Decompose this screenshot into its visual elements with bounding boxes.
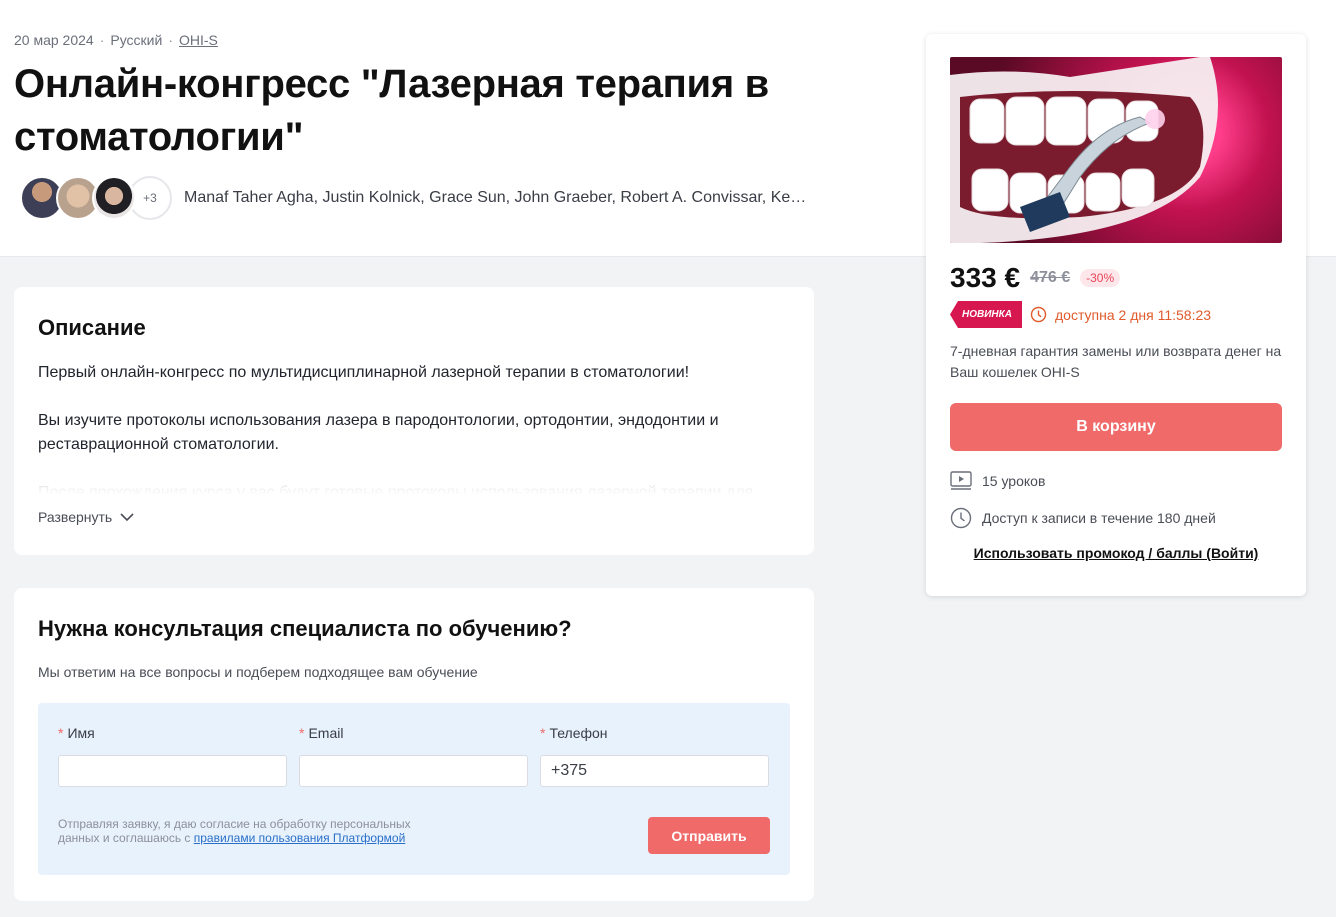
description-paragraph: Вы изучите протоколы использования лазер… — [38, 412, 719, 453]
phone-field-group: * Телефон — [540, 725, 769, 787]
purchase-card: 333 € 476 € -30% НОВИНКА доступна 2 дня … — [926, 34, 1306, 596]
meta-separator: · — [168, 32, 173, 48]
expand-label: Развернуть — [38, 509, 113, 525]
description-card: Описание Первый онлайн-конгресс по мульт… — [14, 287, 814, 555]
description-paragraph-faded: После прохождения курса у вас будут гото… — [38, 484, 754, 495]
discount-badge: -30% — [1080, 269, 1121, 287]
course-date: 20 мар 2024 — [14, 32, 94, 48]
chevron-down-icon — [120, 512, 134, 521]
email-label: * Email — [299, 725, 344, 741]
description-text: Первый онлайн-конгресс по мультидисципли… — [38, 361, 798, 495]
availability-row: НОВИНКА доступна 2 дня 11:58:23 — [950, 301, 1211, 328]
authors-names[interactable]: Manaf Taher Agha, Justin Kolnick, Grace … — [184, 189, 814, 207]
consent-text: Отправляя заявку, я даю согласие на обра… — [58, 817, 411, 845]
add-to-cart-button[interactable]: В корзину — [950, 403, 1282, 451]
avatar[interactable] — [92, 176, 136, 220]
availability-timer: доступна 2 дня 11:58:23 — [1030, 306, 1211, 323]
current-price: 333 € — [950, 262, 1021, 293]
meta-separator: · — [99, 32, 105, 48]
course-language: Русский — [110, 32, 163, 48]
price-row: 333 € 476 € -30% — [950, 262, 1121, 294]
timer-text: доступна 2 дня 11:58:23 — [1055, 306, 1212, 323]
video-lesson-icon — [950, 471, 972, 490]
required-mark: * — [58, 725, 64, 741]
consultation-card: Нужна консультация специалиста по обучен… — [14, 588, 814, 901]
authors-row[interactable]: +3 Manaf Taher Agha, Justin Kolnick, Gra… — [20, 176, 814, 220]
platform-rules-link[interactable]: правилами пользования Платформой — [194, 831, 406, 845]
name-field-group: * Имя — [58, 725, 287, 787]
required-mark: * — [299, 725, 305, 741]
description-heading: Описание — [38, 315, 146, 340]
lessons-count: 15 уроков — [982, 473, 1046, 489]
access-duration-row: Доступ к записи в течение 180 дней — [950, 507, 1216, 529]
name-label: * Имя — [58, 725, 95, 741]
access-duration: Доступ к записи в течение 180 дней — [982, 510, 1216, 526]
page-title: Онлайн-конгресс "Лазерная терапия в стом… — [14, 62, 769, 159]
new-badge: НОВИНКА — [950, 301, 1023, 328]
clock-icon — [1030, 306, 1047, 323]
expand-button[interactable]: Развернуть — [38, 509, 134, 525]
consultation-subtitle: Мы ответим на все вопросы и подберем под… — [38, 664, 478, 680]
consultation-form: *Имя *Email *Телефон Отправляя заявку, я… — [38, 703, 790, 875]
name-input[interactable] — [58, 755, 287, 787]
phone-label: * Телефон — [540, 725, 608, 741]
course-meta: 20 мар 2024 · Русский · OHI-S — [14, 32, 218, 48]
provider-link[interactable]: OHI-S — [179, 32, 218, 48]
required-mark: * — [540, 725, 546, 741]
email-field-group: * Email — [299, 725, 528, 787]
course-cover-image[interactable] — [950, 57, 1282, 243]
description-paragraph: Первый онлайн-конгресс по мультидисципли… — [38, 364, 690, 381]
promo-code-link[interactable]: Использовать промокод / баллы (Войти) — [926, 545, 1306, 561]
email-input[interactable] — [299, 755, 528, 787]
access-clock-icon — [950, 507, 972, 529]
submit-button[interactable]: Отправить — [648, 817, 770, 854]
lessons-count-row: 15 уроков — [950, 471, 1045, 491]
guarantee-text: 7-дневная гарантия замены или возврата д… — [950, 343, 1282, 380]
phone-input[interactable] — [540, 755, 769, 787]
consultation-heading: Нужна консультация специалиста по обучен… — [38, 616, 572, 641]
old-price: 476 € — [1030, 269, 1071, 286]
